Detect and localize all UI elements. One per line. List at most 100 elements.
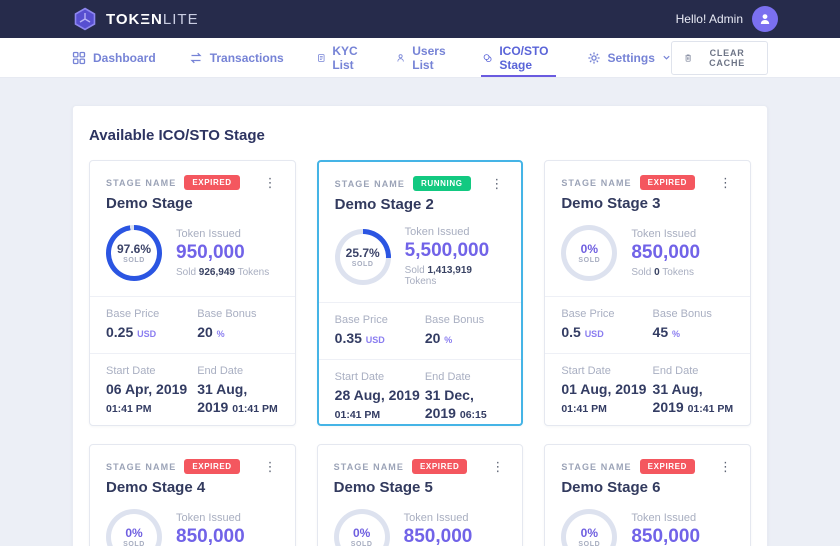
nav-item-transactions[interactable]: Transactions <box>189 38 284 77</box>
percent-unit: % <box>672 329 680 339</box>
greeting-text: Hello! Admin <box>676 12 743 26</box>
tokens-suffix: Tokens <box>238 267 270 278</box>
status-badge: EXPIRED <box>412 459 467 474</box>
usd-unit: USD <box>366 335 385 345</box>
end-time-value: 01:41 PM <box>688 403 734 415</box>
avatar[interactable] <box>752 6 778 32</box>
token-issued-amount: 950,000 <box>176 242 269 264</box>
stage-name-label: STAGE NAME <box>561 178 631 188</box>
kebab-menu-icon[interactable]: ⋮ <box>717 460 734 473</box>
status-badge: EXPIRED <box>640 175 695 190</box>
transactions-arrows-icon <box>189 51 203 65</box>
base-price-label: Base Price <box>335 314 425 326</box>
sold-percent: 0% <box>353 526 370 540</box>
base-bonus-value: 20 <box>197 324 213 340</box>
base-bonus-value: 20 <box>425 330 441 346</box>
nav-label: ICO/STO Stage <box>499 44 553 72</box>
token-issued-amount: 850,000 <box>176 526 245 546</box>
base-bonus-cell: Base Bonus 45 % <box>653 308 734 341</box>
kyc-list-icon <box>317 51 326 65</box>
status-badge: EXPIRED <box>184 175 239 190</box>
content-panel: Available ICO/STO Stage STAGE NAME EXPIR… <box>72 105 768 546</box>
nav-label: Settings <box>608 51 655 65</box>
nav-label: Transactions <box>210 51 284 65</box>
stage-card: STAGE NAME EXPIRED ⋮ Demo Stage 97.6% SO… <box>89 160 296 426</box>
base-price-label: Base Price <box>561 308 652 320</box>
usd-unit: USD <box>585 329 604 339</box>
donut-center: 0% SOLD <box>566 514 612 546</box>
base-price-cell: Base Price 0.35 USD <box>335 314 425 347</box>
stage-name-label: STAGE NAME <box>106 462 176 472</box>
brand-wordmark-light: LITE <box>163 11 199 28</box>
sold-tokens-count: 926,949 <box>199 267 235 278</box>
token-issued-label: Token Issued <box>404 512 473 524</box>
stage-card: STAGE NAME EXPIRED ⋮ Demo Stage 5 0% SOL… <box>317 444 524 546</box>
sold-donut-chart: 0% SOLD <box>106 509 162 546</box>
stage-name-label: STAGE NAME <box>106 178 176 188</box>
ico-stage-coins-icon <box>483 51 492 65</box>
nav-label: Dashboard <box>93 51 156 65</box>
sold-tokens-line: Sold 0 Tokens <box>631 267 700 278</box>
token-issued-label: Token Issued <box>405 226 506 238</box>
stage-title: Demo Stage <box>106 195 279 212</box>
clear-cache-button[interactable]: CLEAR CACHE <box>671 41 768 75</box>
status-badge: RUNNING <box>413 176 471 191</box>
sold-prefix: Sold <box>176 267 196 278</box>
users-icon <box>396 51 405 65</box>
end-date-label: End Date <box>197 365 278 377</box>
end-date-cell: End Date 31 Aug, 2019 01:41 PM <box>653 365 734 417</box>
base-price-value: 0.35 <box>335 330 362 346</box>
sold-label: SOLD <box>352 261 374 268</box>
nav-item-users-list[interactable]: Users List <box>396 38 450 77</box>
token-issued-label: Token Issued <box>176 228 269 240</box>
sold-donut-chart: 97.6% SOLD <box>106 225 162 281</box>
start-date-label: Start Date <box>106 365 197 377</box>
base-bonus-cell: Base Bonus 20 % <box>197 308 278 341</box>
stage-title: Demo Stage 4 <box>106 479 279 496</box>
nav-item-dashboard[interactable]: Dashboard <box>72 38 156 77</box>
nav-item-ico-sto-stage[interactable]: ICO/STO Stage <box>483 38 553 77</box>
settings-gear-icon <box>587 51 601 65</box>
donut-center: 0% SOLD <box>111 514 157 546</box>
page-title: Available ICO/STO Stage <box>89 127 751 144</box>
kebab-menu-icon[interactable]: ⋮ <box>489 460 506 473</box>
end-time-value: 01:41 PM <box>232 403 278 415</box>
kebab-menu-icon[interactable]: ⋮ <box>262 176 279 189</box>
sold-donut-chart: 0% SOLD <box>561 509 617 546</box>
brand-wordmark-bold: TOKΞN <box>106 11 163 28</box>
stage-name-label: STAGE NAME <box>561 462 631 472</box>
token-issued-amount: 850,000 <box>404 526 473 546</box>
sold-percent: 0% <box>581 242 598 256</box>
base-bonus-value: 45 <box>653 324 669 340</box>
kebab-menu-icon[interactable]: ⋮ <box>717 176 734 189</box>
clear-cache-label: CLEAR CACHE <box>699 48 755 68</box>
stage-card: STAGE NAME EXPIRED ⋮ Demo Stage 6 0% SOL… <box>544 444 751 546</box>
base-price-cell: Base Price 0.25 USD <box>106 308 197 341</box>
brand-logo[interactable]: TOKΞNLITE <box>72 6 199 32</box>
kebab-menu-icon[interactable]: ⋮ <box>488 177 505 190</box>
stage-title: Demo Stage 5 <box>334 479 507 496</box>
token-issued-label: Token Issued <box>631 512 700 524</box>
sold-percent: 97.6% <box>117 242 151 256</box>
sold-tokens-count: 0 <box>654 267 660 278</box>
sold-donut-chart: 0% SOLD <box>561 225 617 281</box>
dashboard-grid-icon <box>72 51 86 65</box>
nav-item-kyc-list[interactable]: KYC List <box>317 38 363 77</box>
base-bonus-cell: Base Bonus 20 % <box>425 314 506 347</box>
sold-donut-chart: 25.7% SOLD <box>335 229 391 285</box>
donut-center: 97.6% SOLD <box>111 230 157 276</box>
start-date-value: 06 Apr, 2019 <box>106 381 187 397</box>
user-menu[interactable]: Hello! Admin <box>676 6 778 32</box>
stage-card: STAGE NAME EXPIRED ⋮ Demo Stage 3 0% SOL… <box>544 160 751 426</box>
base-price-value: 0.25 <box>106 324 133 340</box>
sold-label: SOLD <box>123 541 145 546</box>
nav-item-settings[interactable]: Settings <box>587 38 671 77</box>
base-price-label: Base Price <box>106 308 197 320</box>
nav-label: Users List <box>412 44 450 72</box>
kebab-menu-icon[interactable]: ⋮ <box>262 460 279 473</box>
nav-label: KYC List <box>332 44 363 72</box>
start-date-cell: Start Date 01 Aug, 2019 01:41 PM <box>561 365 652 417</box>
percent-unit: % <box>444 335 452 345</box>
sold-prefix: Sold <box>405 265 425 276</box>
end-date-label: End Date <box>425 371 506 383</box>
